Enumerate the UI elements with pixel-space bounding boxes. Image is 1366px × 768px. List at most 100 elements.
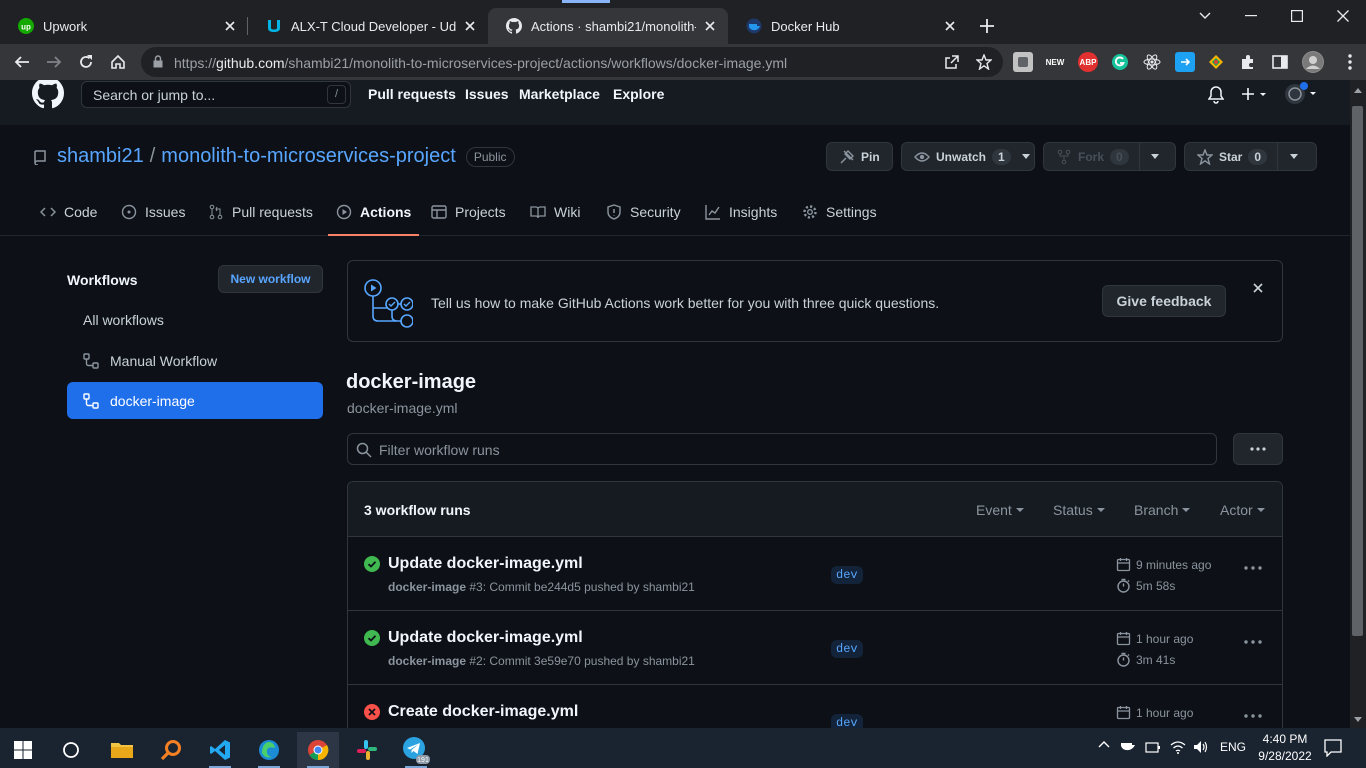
nav-explore[interactable]: Explore [613,86,664,102]
telegram-icon[interactable]: 191 [395,732,437,768]
close-tab-icon[interactable] [222,18,238,34]
bookmark-star-icon[interactable] [975,53,993,71]
tab-pull-requests[interactable]: Pull requests [208,189,313,235]
close-tab-icon[interactable] [462,18,478,34]
global-search-input[interactable]: Search or jump to... / [81,81,351,108]
tab-code[interactable]: Code [40,189,97,235]
edge-icon[interactable] [248,732,290,768]
branch-label[interactable]: dev [831,566,863,584]
extension-arrow-icon[interactable] [1175,52,1195,72]
sidebar-item-manual-workflow[interactable]: Manual Workflow [67,342,323,379]
run-options-kebab-icon[interactable] [1244,714,1262,718]
run-title[interactable]: Create docker-image.yml [388,703,578,721]
scroll-up-icon[interactable] [1354,88,1362,93]
new-tab-icon[interactable] [976,15,998,37]
docker-tray-icon[interactable] [1120,740,1136,752]
pin-button[interactable]: Pin [826,142,893,171]
chevron-down-icon[interactable] [1138,143,1171,170]
page-scrollbar[interactable] [1350,80,1366,728]
branch-filter-dropdown[interactable]: Branch [1134,502,1191,518]
chevron-down-icon[interactable] [1277,143,1309,170]
github-logo-icon[interactable] [32,80,64,110]
adblock-plus-icon[interactable]: ABP [1078,52,1098,72]
omnibox[interactable]: https://github.com/shambi21/monolith-to-… [141,47,1003,77]
unwatch-button[interactable]: Unwatch 1 [901,142,1035,171]
create-new-plus-icon[interactable] [1241,87,1267,103]
vscode-icon[interactable] [199,732,241,768]
repo-name-link[interactable]: monolith-to-microservices-project [161,145,456,168]
volume-icon[interactable] [1193,740,1209,754]
close-tab-icon[interactable] [702,18,718,34]
lock-icon[interactable] [153,55,163,68]
share-icon[interactable] [943,53,961,71]
slack-icon[interactable] [346,732,388,768]
tab-upwork[interactable]: up Upwork [0,8,248,44]
side-panel-icon[interactable] [1270,52,1290,72]
tab-udacity[interactable]: ALX-T Cloud Developer - Udacity [248,8,488,44]
reload-icon[interactable] [75,51,97,73]
status-filter-dropdown[interactable]: Status [1053,502,1105,518]
tab-settings[interactable]: Settings [802,189,877,235]
url-text[interactable]: https://github.com/shambi21/monolith-to-… [174,55,787,71]
nav-marketplace[interactable]: Marketplace [519,86,600,102]
scrollbar-thumb[interactable] [1352,106,1363,636]
chrome-icon[interactable] [297,732,339,768]
action-center-icon[interactable] [1324,739,1342,757]
extensions-puzzle-icon[interactable] [1238,52,1258,72]
workflow-file-link[interactable]: docker-image.yml [347,400,457,416]
event-filter-dropdown[interactable]: Event [976,502,1024,518]
filter-workflow-runs[interactable] [347,433,1217,465]
battery-plug-icon[interactable] [1145,740,1161,754]
search-app-icon[interactable] [150,732,192,768]
tab-docker-hub[interactable]: Docker Hub [728,8,968,44]
star-button[interactable]: Star 0 [1184,142,1317,171]
run-title[interactable]: Update docker-image.yml [388,629,583,647]
new-workflow-button[interactable]: New workflow [218,265,323,293]
nav-issues[interactable]: Issues [465,86,509,102]
react-devtools-icon[interactable] [1142,52,1162,72]
chrome-menu-icon[interactable] [1340,52,1360,72]
close-tab-icon[interactable] [942,18,958,34]
extension-colorful-icon[interactable] [1206,52,1226,72]
sidebar-item-docker-image[interactable]: docker-image [67,382,323,419]
cortana-search-icon[interactable] [50,732,92,768]
windows-start-icon[interactable] [2,732,44,768]
maximize-icon[interactable] [1284,6,1310,26]
chevron-down-icon[interactable] [1019,143,1034,170]
tab-wiki[interactable]: Wiki [530,189,580,235]
repo-owner-link[interactable]: shambi21 [57,145,144,168]
branch-label[interactable]: dev [831,640,863,658]
notifications-bell-icon[interactable] [1208,86,1224,104]
nav-pull-requests[interactable]: Pull requests [368,86,456,102]
profile-avatar-icon[interactable] [1302,51,1324,73]
run-options-kebab-icon[interactable] [1244,566,1262,570]
scroll-down-icon[interactable] [1354,717,1362,722]
close-window-icon[interactable] [1330,6,1356,26]
minimize-icon[interactable] [1238,6,1264,26]
show-hidden-icons-chevron[interactable] [1098,740,1110,748]
filter-input[interactable] [379,440,1199,460]
clock[interactable]: 4:40 PM 9/28/2022 [1255,731,1315,765]
forward-icon[interactable] [43,51,65,73]
give-feedback-button[interactable]: Give feedback [1102,285,1226,317]
language-indicator[interactable]: ENG [1220,740,1246,754]
tab-security[interactable]: Security [606,189,681,235]
extension-new-icon[interactable]: NEW [1045,52,1065,72]
tab-issues[interactable]: Issues [121,189,185,235]
tab-github-actions[interactable]: Actions · shambi21/monolith-to- [488,8,728,44]
run-options-kebab-icon[interactable] [1244,640,1262,644]
grammarly-icon[interactable] [1110,52,1130,72]
tab-actions[interactable]: Actions [327,189,420,236]
sidebar-item-all-workflows[interactable]: All workflows [67,301,323,338]
workflow-options-button[interactable] [1233,433,1283,465]
close-icon[interactable] [1251,281,1265,295]
actor-filter-dropdown[interactable]: Actor [1220,502,1265,518]
tab-insights[interactable]: Insights [705,189,777,235]
file-explorer-icon[interactable] [101,732,143,768]
extension-icon[interactable] [1013,52,1033,72]
user-avatar-menu[interactable] [1283,82,1319,106]
home-icon[interactable] [107,51,129,73]
tab-search-icon[interactable] [1192,6,1218,26]
workflow-run-row[interactable]: Update docker-image.yml docker-image #3:… [348,537,1282,611]
wifi-icon[interactable] [1170,740,1186,754]
